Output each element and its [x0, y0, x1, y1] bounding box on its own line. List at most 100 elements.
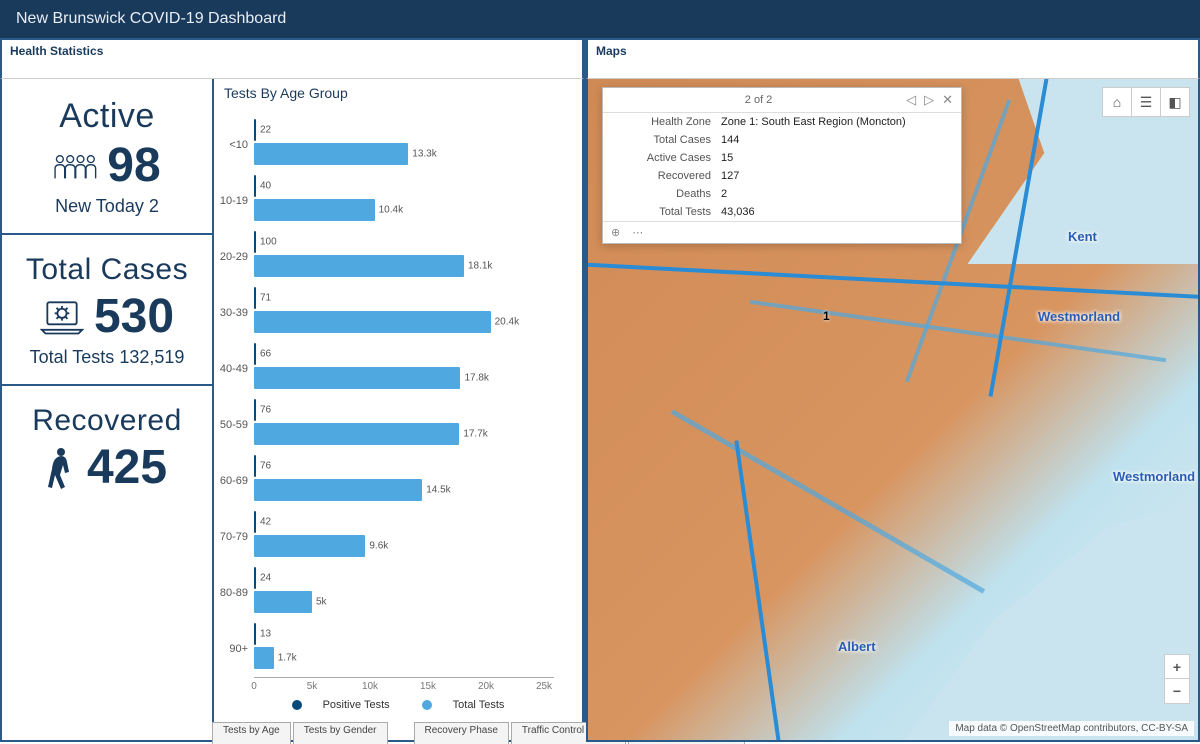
bar-total[interactable]: 17.7k — [254, 423, 459, 445]
popup-row: Recovered127 — [603, 167, 961, 185]
bar-total[interactable]: 17.8k — [254, 367, 460, 389]
bar-total[interactable]: 18.1k — [254, 255, 464, 277]
bar-value-label: 66 — [260, 349, 271, 360]
health-statistics-header: Health Statistics — [0, 38, 584, 79]
bar-value-label: 1.7k — [278, 653, 297, 664]
bar-category-label: 30-39 — [218, 307, 248, 319]
bar-positive[interactable]: 76 — [254, 399, 256, 421]
bar-category-label: 90+ — [218, 643, 248, 655]
popup-key: Active Cases — [611, 152, 721, 164]
axis-tick: 20k — [478, 681, 494, 692]
popup-zoom-icon[interactable]: ⊕ — [611, 226, 620, 239]
map-region-label: Westmorland — [1038, 309, 1120, 324]
dashboard-title: New Brunswick COVID-19 Dashboard — [0, 0, 1200, 38]
tab[interactable]: Tests by Gender — [293, 722, 388, 744]
bar-total[interactable]: 1.7k — [254, 647, 274, 669]
tab[interactable]: Recovery Phase — [414, 722, 509, 744]
popup-value: 43,036 — [721, 206, 953, 218]
legend-label: Total Tests — [453, 699, 505, 711]
bar-total[interactable]: 14.5k — [254, 479, 422, 501]
bar-total[interactable]: 20.4k — [254, 311, 491, 333]
bar-positive[interactable]: 42 — [254, 511, 256, 533]
walking-person-icon — [47, 446, 77, 490]
bar-total[interactable]: 10.4k — [254, 199, 375, 221]
bar-positive[interactable]: 22 — [254, 119, 256, 141]
bar-value-label: 40 — [260, 181, 271, 192]
layers-list-icon[interactable]: ☰ — [1131, 87, 1161, 117]
health-statistics-panel: Health Statistics Active — [0, 38, 586, 742]
legend-item[interactable]: Positive Tests — [284, 699, 398, 711]
map-zone-marker[interactable]: 1 — [823, 309, 830, 323]
stat-recovered-title: Recovered — [12, 404, 202, 438]
popup-key: Deaths — [611, 188, 721, 200]
bar-value-label: 5k — [316, 597, 327, 608]
popup-key: Health Zone — [611, 116, 721, 128]
bar-value-label: 22 — [260, 125, 271, 136]
map-region-label: Westmorland — [1113, 469, 1195, 484]
basemap-icon[interactable]: ◧ — [1160, 87, 1190, 117]
tab[interactable]: Tests by Age — [212, 722, 291, 744]
bar-group: 10-194010.4k — [254, 173, 584, 225]
bar-positive[interactable]: 100 — [254, 231, 256, 253]
bar-positive[interactable]: 40 — [254, 175, 256, 197]
stat-active-value: 98 — [107, 142, 160, 190]
bar-total[interactable]: 13.3k — [254, 143, 408, 165]
bar-group: 20-2910018.1k — [254, 229, 584, 281]
popup-value: 15 — [721, 152, 953, 164]
bar-value-label: 20.4k — [495, 317, 519, 328]
popup-row: Deaths2 — [603, 185, 961, 203]
zoom-out-icon[interactable]: − — [1165, 679, 1189, 703]
bar-positive[interactable]: 13 — [254, 623, 256, 645]
popup-row: Total Cases144 — [603, 131, 961, 149]
bar-category-label: 10-19 — [218, 195, 248, 207]
bar-group: 40-496617.8k — [254, 341, 584, 393]
map-region-label: Albert — [838, 639, 876, 654]
bar-category-label: 20-29 — [218, 251, 248, 263]
bar-category-label: 80-89 — [218, 587, 248, 599]
map-canvas[interactable]: KentWestmorlandWestmorlandAlbert1 2 of 2… — [586, 79, 1200, 742]
popup-key: Recovered — [611, 170, 721, 182]
stat-card-active: Active 98 New Today — [2, 79, 212, 235]
tests-by-age-chart: Tests By Age Group <102213.3k10-194010.4… — [212, 79, 582, 740]
bar-positive[interactable]: 24 — [254, 567, 256, 589]
legend-label: Positive Tests — [323, 699, 390, 711]
popup-value: 127 — [721, 170, 953, 182]
popup-more-icon[interactable]: ⋯ — [632, 226, 643, 239]
bar-total[interactable]: 5k — [254, 591, 312, 613]
map-feature-popup: 2 of 2 ◁ ▷ ✕ Health ZoneZone 1: South Ea… — [602, 87, 962, 244]
bar-category-label: 70-79 — [218, 531, 248, 543]
bar-value-label: 13.3k — [412, 149, 436, 160]
bar-positive[interactable]: 76 — [254, 455, 256, 477]
stat-total-sub: Total Tests 132,519 — [12, 347, 202, 368]
bar-group: 90+131.7k — [254, 621, 584, 673]
popup-key: Total Cases — [611, 134, 721, 146]
stat-card-recovered: Recovered 425 — [2, 386, 212, 740]
axis-tick: 0 — [251, 681, 257, 692]
bar-total[interactable]: 9.6k — [254, 535, 365, 557]
stat-total-value: 530 — [94, 293, 174, 341]
bar-group: 80-89245k — [254, 565, 584, 617]
bar-group: 70-79429.6k — [254, 509, 584, 561]
bar-group: <102213.3k — [254, 117, 584, 169]
chart-title: Tests By Age Group — [214, 79, 582, 107]
bar-value-label: 9.6k — [369, 541, 388, 552]
stat-card-total: Total Cases 530 Tot — [2, 235, 212, 386]
stat-active-title: Active — [12, 97, 202, 136]
bar-value-label: 76 — [260, 461, 271, 472]
axis-tick: 10k — [362, 681, 378, 692]
popup-next-icon[interactable]: ▷ — [924, 92, 934, 108]
axis-tick: 15k — [420, 681, 436, 692]
bar-positive[interactable]: 71 — [254, 287, 256, 309]
home-icon[interactable]: ⌂ — [1102, 87, 1132, 117]
bar-category-label: 50-59 — [218, 419, 248, 431]
legend-item[interactable]: Total Tests — [414, 699, 513, 711]
zoom-in-icon[interactable]: + — [1165, 655, 1189, 679]
zoom-control: + − — [1164, 654, 1190, 704]
popup-prev-icon[interactable]: ◁ — [906, 92, 916, 108]
axis-tick: 5k — [307, 681, 318, 692]
bar-positive[interactable]: 66 — [254, 343, 256, 365]
legend-dot-icon — [422, 700, 432, 710]
bar-value-label: 100 — [260, 237, 277, 248]
popup-row: Health ZoneZone 1: South East Region (Mo… — [603, 113, 961, 131]
popup-close-icon[interactable]: ✕ — [942, 92, 953, 108]
